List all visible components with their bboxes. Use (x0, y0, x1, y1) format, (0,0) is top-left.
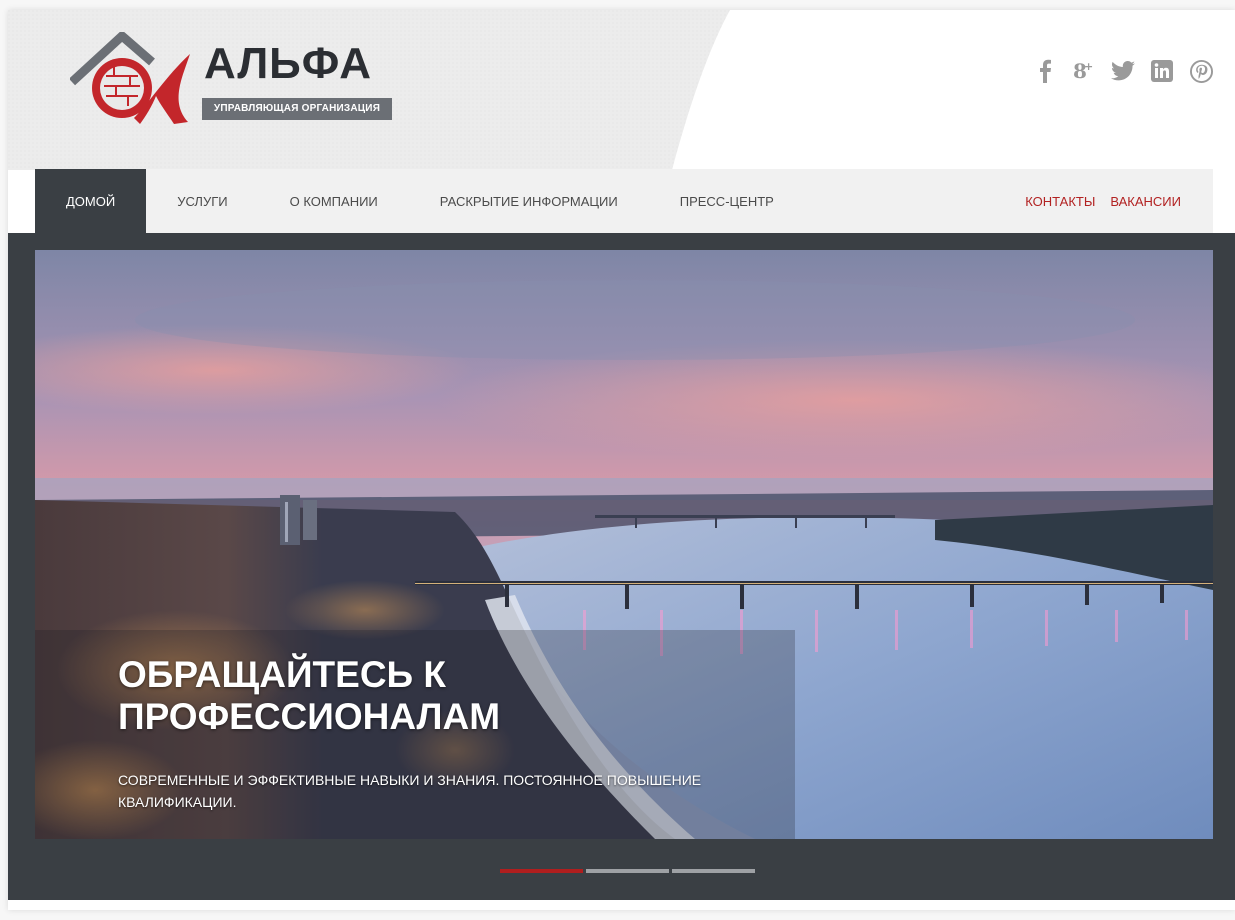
linkedin-icon[interactable] (1150, 59, 1174, 83)
nav-item-disclosure[interactable]: РАСКРЫТИЕ ИНФОРМАЦИИ (409, 169, 649, 233)
nav-item-home[interactable]: ДОМОЙ (35, 169, 147, 233)
slide-title-line: ПРОФЕССИОНАЛАМ (118, 696, 501, 737)
nav-secondary: КОНТАКТЫ ВАКАНСИИ (1025, 169, 1213, 233)
site-logo[interactable]: АЛЬФА УПРАВЛЯЮЩАЯ ОРГАНИЗАЦИЯ (70, 32, 400, 128)
slide-subtitle-line: СОВРЕМЕННЫЕ И ЭФФЕКТИВНЫЕ НАВЫКИ И ЗНАНИ… (118, 772, 702, 788)
twitter-icon[interactable] (1111, 59, 1135, 83)
google-plus-icon[interactable]: 8 + (1072, 59, 1096, 83)
svg-text:+: + (1084, 60, 1093, 73)
slider-pagination (500, 869, 755, 873)
slide-title-line: ОБРАЩАЙТЕСЬ К (118, 654, 446, 695)
slide-subtitle: СОВРЕМЕННЫЕ И ЭФФЕКТИВНЫЕ НАВЫКИ И ЗНАНИ… (118, 769, 758, 813)
nav-item-about[interactable]: О КОМПАНИИ (259, 169, 409, 233)
site-header: АЛЬФА УПРАВЛЯЮЩАЯ ОРГАНИЗАЦИЯ 8 + (8, 10, 1235, 170)
pinterest-icon[interactable] (1189, 59, 1213, 83)
nav-item-press-center[interactable]: ПРЕСС-ЦЕНТР (649, 169, 805, 233)
logo-wordmark: АЛЬФА (204, 39, 373, 88)
slider-dot-2[interactable] (586, 869, 669, 873)
social-links: 8 + (1033, 59, 1213, 83)
slide-title: ОБРАЩАЙТЕСЬ К ПРОФЕССИОНАЛАМ (118, 654, 718, 738)
slider-dot-1[interactable] (500, 869, 583, 873)
hero-slide: ОБРАЩАЙТЕСЬ К ПРОФЕССИОНАЛАМ СОВРЕМЕННЫЕ… (35, 250, 1213, 839)
main-nav: ДОМОЙ УСЛУГИ О КОМПАНИИ РАСКРЫТИЕ ИНФОРМ… (35, 169, 1213, 233)
logo-emblem-icon (70, 32, 190, 124)
nav-link-vacancies[interactable]: ВАКАНСИИ (1110, 194, 1181, 209)
slider-dot-3[interactable] (672, 869, 755, 873)
nav-link-contacts[interactable]: КОНТАКТЫ (1025, 194, 1095, 209)
hero-city-image (35, 250, 1213, 839)
facebook-icon[interactable] (1033, 59, 1057, 83)
nav-item-services[interactable]: УСЛУГИ (146, 169, 258, 233)
slide-subtitle-line: КВАЛИФИКАЦИИ. (118, 794, 237, 810)
logo-tagline: УПРАВЛЯЮЩАЯ ОРГАНИЗАЦИЯ (202, 98, 392, 120)
